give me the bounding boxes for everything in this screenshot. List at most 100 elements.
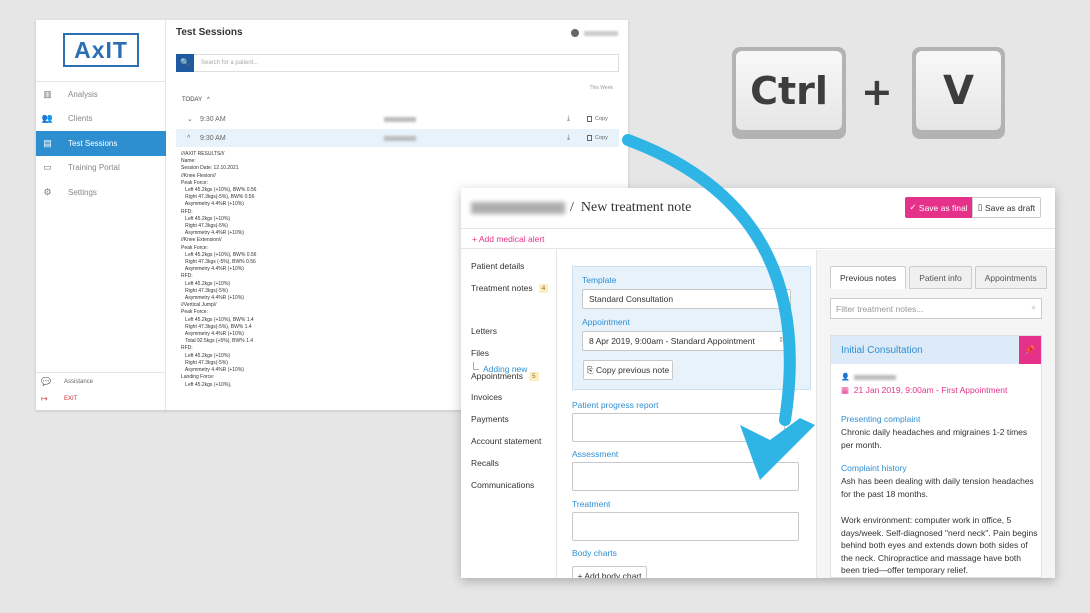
nav-item-training-portal[interactable]: ▭ Training Portal — [36, 156, 166, 181]
sidebar-item-patient-details[interactable]: Patient details — [471, 261, 524, 271]
sidebar-item-appointments[interactable]: Appointments 5 — [471, 371, 539, 381]
appointment-value: 8 Apr 2019, 9:00am - Standard Appointmen… — [589, 336, 755, 346]
add-medical-alert-link[interactable]: + Add medical alert — [472, 234, 545, 244]
copy-icon — [587, 135, 592, 141]
sidebar-item-label: Letters — [471, 326, 497, 336]
copy-button[interactable]: Copy — [587, 135, 608, 141]
today-label: TODAY — [182, 97, 203, 103]
document-icon: ▤ — [43, 137, 52, 148]
save-final-label: Save as final — [918, 202, 968, 213]
sidebar-item-label: Invoices — [471, 392, 503, 402]
sidebar-item-label: Treatment notes — [471, 283, 533, 293]
gear-icon: ⚙ — [43, 186, 52, 197]
note-appointment-link[interactable]: ▦ 21 Jan 2019, 9:00am - First Appointmen… — [841, 385, 1007, 396]
previous-note-card: Initial Consultation 📌 👤 ▦ 21 Jan 2019, … — [830, 335, 1042, 578]
template-label: Template — [582, 275, 617, 285]
sidebar-item-communications[interactable]: Communications — [471, 480, 534, 490]
appointment-select[interactable]: 8 Apr 2019, 9:00am - Standard Appointmen… — [582, 331, 791, 351]
copy-button[interactable]: Copy — [587, 116, 608, 122]
assessment-label: Assessment — [572, 449, 619, 459]
chevron-down-icon[interactable]: ⌄ — [187, 115, 197, 123]
treatment-label: Treatment — [572, 499, 611, 509]
chat-icon: 💬 — [41, 377, 51, 386]
treatment-input[interactable] — [572, 512, 799, 541]
assistance-link[interactable]: 💬 Assistance — [36, 373, 166, 390]
exit-label: EXIT — [64, 395, 78, 402]
filter-notes-input[interactable]: Filter treatment notes... ⌕ — [830, 298, 1042, 319]
client-name-redacted — [384, 116, 416, 122]
save-as-final-button[interactable]: ✓ Save as final — [905, 197, 972, 218]
nav-item-label: Settings — [68, 187, 97, 197]
save-as-draft-button[interactable]: ▯ Save as draft — [972, 197, 1041, 218]
page-title: Test Sessions — [176, 27, 243, 38]
note-form: Template Standard Consultation ⇕ Appoint… — [557, 250, 815, 578]
exit-link[interactable]: ↦ EXIT — [36, 390, 166, 407]
page-title: / New treatment note — [570, 200, 691, 216]
tab-patient-info[interactable]: Patient info — [909, 266, 972, 289]
download-icon[interactable]: ⤓ — [567, 115, 570, 123]
template-select[interactable]: Standard Consultation ⇕ — [582, 289, 791, 309]
history-panel: Previous notes Patient info Appointments… — [816, 250, 1055, 578]
title-text: New treatment note — [580, 200, 692, 215]
patient-search[interactable]: 🔍 Search for a patient... — [176, 53, 619, 72]
note-card-header[interactable]: Initial Consultation 📌 — [831, 336, 1041, 364]
sidebar-item-account-statement[interactable]: Account statement — [471, 436, 541, 446]
axit-sidebar-bottom: 💬 Assistance ↦ EXIT — [36, 372, 166, 407]
search-icon[interactable]: 🔍 — [176, 53, 194, 72]
download-icon[interactable]: ⤓ — [567, 134, 570, 142]
sidebar-item-label: Payments — [471, 414, 509, 424]
select-arrows-icon: ⇕ — [778, 337, 784, 344]
count-badge: 4 — [538, 283, 549, 293]
client-name-redacted — [384, 135, 416, 141]
search-input[interactable]: Search for a patient... — [201, 60, 258, 66]
note-card-title: Initial Consultation — [841, 344, 923, 356]
sidebar-item-invoices[interactable]: Invoices — [471, 392, 502, 402]
work-environment-text: Work environment: computer work in offic… — [841, 515, 1038, 575]
sidebar-item-letters[interactable]: Letters — [471, 326, 497, 336]
user-menu[interactable] — [571, 29, 618, 37]
bar-chart-icon: ▥ — [43, 88, 52, 99]
copy-previous-label: Copy previous note — [595, 365, 670, 375]
copy-previous-note-button[interactable]: ⎘ Copy previous note — [583, 360, 673, 380]
sidebar-item-treatment-notes[interactable]: Treatment notes 4 — [471, 283, 549, 293]
filter-placeholder: Filter treatment notes... — [836, 303, 924, 314]
tree-elbow — [473, 362, 479, 370]
count-badge: 5 — [528, 371, 539, 381]
nav-item-label: Training Portal — [68, 163, 120, 173]
tab-appointments[interactable]: Appointments — [974, 266, 1047, 289]
session-row[interactable]: ⌄ 9:30 AM ⤓ Copy — [176, 110, 619, 128]
axit-logo[interactable]: AxIT — [63, 33, 139, 67]
assessment-input[interactable] — [572, 462, 799, 491]
sidebar-item-recalls[interactable]: Recalls — [471, 458, 499, 468]
pin-icon[interactable]: 📌 — [1019, 336, 1041, 364]
select-arrows-icon: ⇕ — [778, 295, 784, 302]
note-header: / New treatment note ✓ Save as final ▯ S… — [461, 188, 1055, 228]
v-key-label: V — [916, 51, 1001, 130]
nav-item-clients[interactable]: 👥 Clients — [36, 107, 166, 132]
v-key: V — [912, 47, 1005, 139]
nav-item-test-sessions[interactable]: ▤ Test Sessions — [36, 131, 166, 156]
plus-sign: + — [861, 70, 893, 114]
patient-name-redacted — [471, 202, 565, 214]
today-group-header[interactable]: TODAY ^ — [182, 97, 210, 103]
axit-sidebar: AxIT ▥ Analysis 👥 Clients ▤ Test Session… — [36, 20, 166, 410]
date-filter[interactable]: This Week — [589, 85, 613, 91]
sidebar-item-label: Files — [471, 348, 489, 358]
nav-item-analysis[interactable]: ▥ Analysis — [36, 82, 166, 107]
complaint-history-title: Complaint history — [841, 463, 907, 473]
sidebar-item-files[interactable]: Files — [471, 348, 489, 358]
author-name-redacted — [853, 374, 896, 380]
chevron-up-icon: ^ — [203, 97, 210, 103]
monitor-icon: ▭ — [43, 162, 52, 173]
chevron-up-icon[interactable]: ^ — [187, 135, 197, 142]
progress-report-input[interactable] — [572, 413, 785, 442]
ctrl-key: Ctrl — [732, 47, 846, 139]
sidebar-item-payments[interactable]: Payments — [471, 414, 509, 424]
tab-previous-notes[interactable]: Previous notes — [830, 266, 907, 289]
session-row-selected[interactable]: ^ 9:30 AM ⤓ Copy — [176, 129, 619, 147]
add-body-chart-button[interactable]: + Add body chart — [572, 566, 647, 578]
nav-item-settings[interactable]: ⚙ Settings — [36, 180, 166, 205]
nav-item-label: Clients — [68, 114, 93, 124]
search-icon: ⌕ — [1031, 303, 1036, 312]
draft-icon: ▯ — [977, 202, 985, 212]
